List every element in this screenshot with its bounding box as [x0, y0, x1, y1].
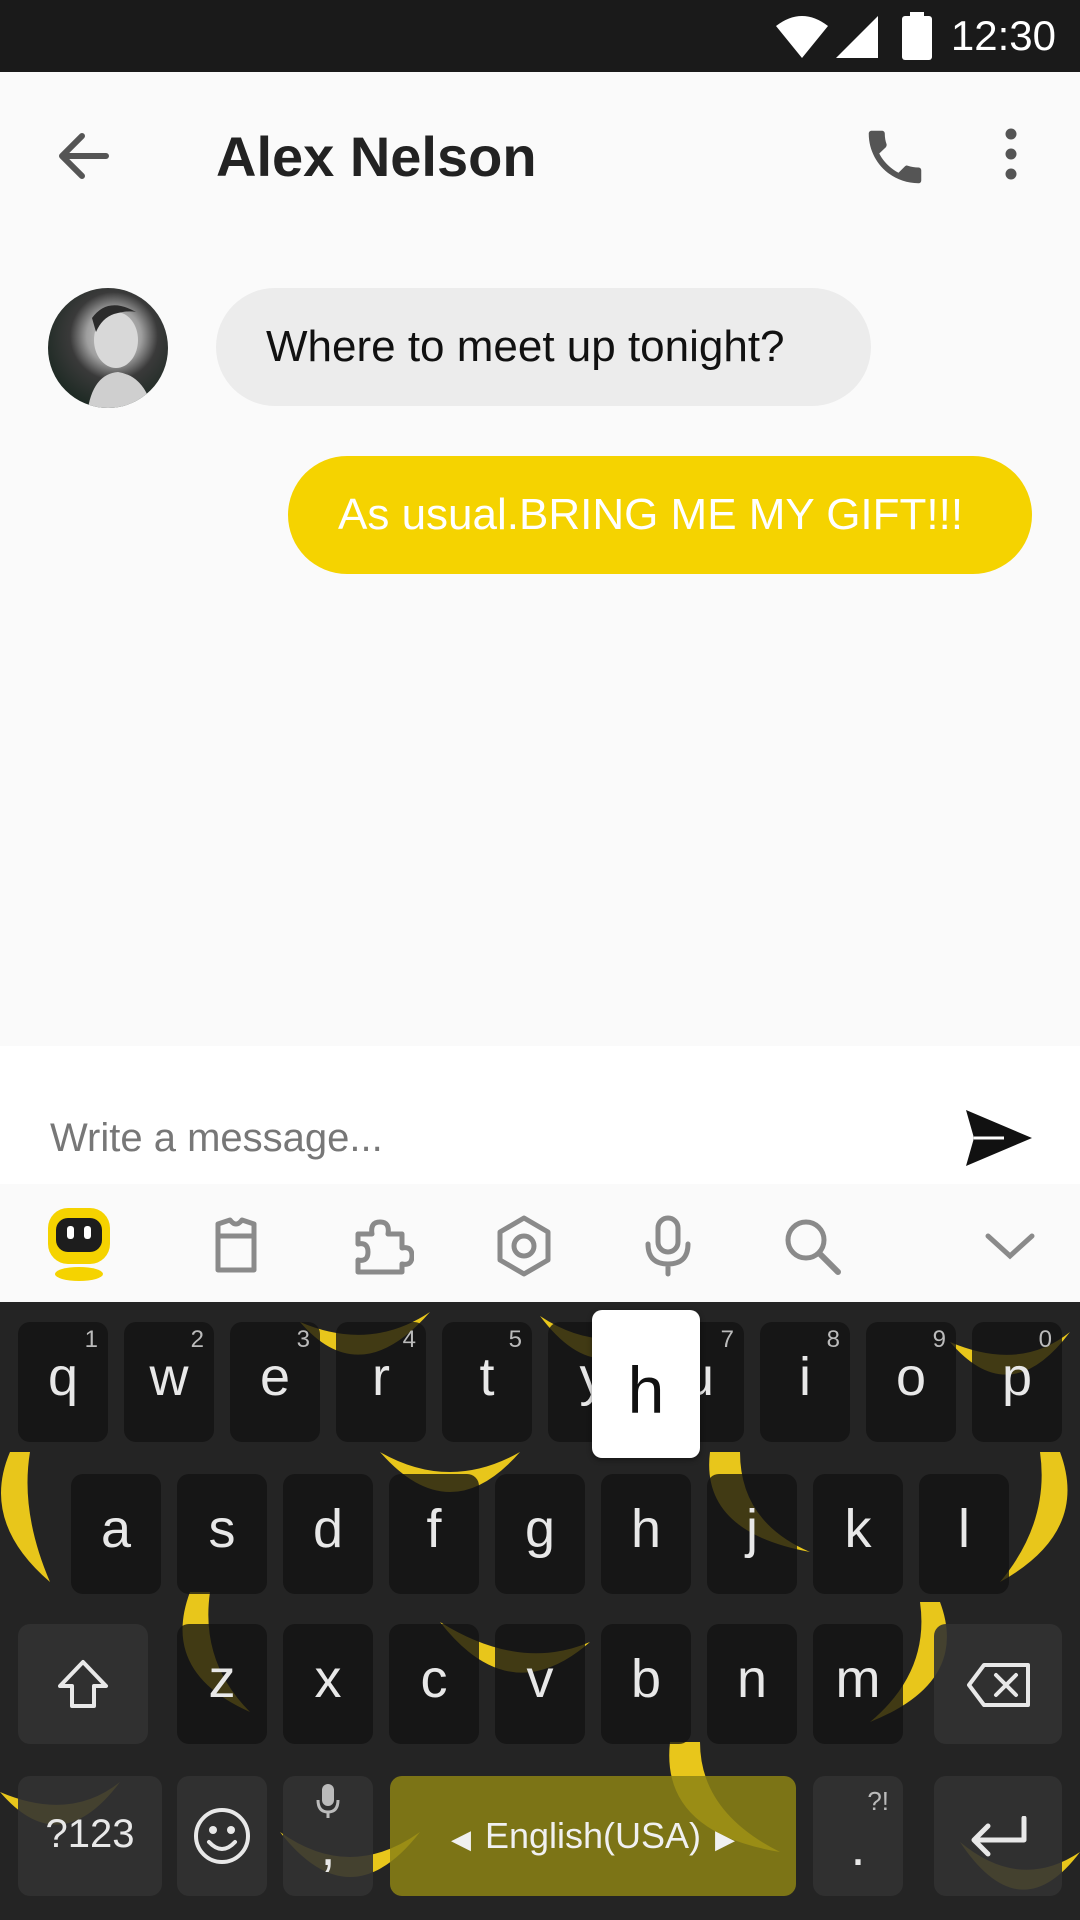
shift-icon	[58, 1660, 108, 1708]
key-i[interactable]: 8i	[760, 1322, 850, 1442]
key-v[interactable]: v	[495, 1624, 585, 1744]
language-label: English(USA)	[484, 1815, 702, 1856]
incoming-message[interactable]: Where to meet up tonight?	[216, 288, 871, 406]
person-silhouette-icon	[88, 305, 152, 408]
backspace-icon	[967, 1663, 1030, 1707]
keyboard-toolbar	[0, 1184, 1080, 1302]
backspace-key[interactable]	[934, 1624, 1062, 1744]
key-t[interactable]: 5t	[442, 1322, 532, 1442]
key-e[interactable]: 3e	[230, 1322, 320, 1442]
chevron-down-icon[interactable]	[978, 1214, 1042, 1278]
key-c[interactable]: c	[389, 1624, 479, 1744]
language-left-arrow-icon: ◀	[450, 1824, 471, 1854]
back-arrow-icon[interactable]	[52, 126, 112, 186]
key-q[interactable]: 1q	[18, 1322, 108, 1442]
enter-icon	[971, 1816, 1027, 1857]
key-k[interactable]: k	[813, 1474, 903, 1594]
comma-key[interactable]: ,	[283, 1776, 373, 1896]
key-f[interactable]: f	[389, 1474, 479, 1594]
key-o[interactable]: 9o	[866, 1322, 956, 1442]
key-j[interactable]: j	[707, 1474, 797, 1594]
mic-hint-icon	[316, 1784, 340, 1818]
key-a[interactable]: a	[71, 1474, 161, 1594]
key-r[interactable]: 4r	[336, 1322, 426, 1442]
battery-icon	[902, 12, 932, 60]
key-p[interactable]: 0p	[972, 1322, 1062, 1442]
spacebar[interactable]: ◀ English(USA) ▶	[390, 1776, 796, 1896]
app-bar: Alex Nelson	[0, 72, 1080, 242]
key-b[interactable]: b	[601, 1624, 691, 1744]
key-x[interactable]: x	[283, 1624, 373, 1744]
conversation-title: Alex Nelson	[216, 125, 537, 188]
numbers-key[interactable]: ?123	[18, 1776, 162, 1896]
key-h[interactable]: h	[601, 1474, 691, 1594]
status-bar: 12:30	[0, 0, 1080, 72]
banana-decoration-icon	[1, 1452, 50, 1582]
enter-key[interactable]	[934, 1776, 1062, 1896]
contact-avatar[interactable]	[48, 288, 168, 408]
message-input[interactable]	[48, 1092, 912, 1184]
key-n[interactable]: n	[707, 1624, 797, 1744]
shirt-theme-icon[interactable]	[204, 1214, 268, 1278]
key-z[interactable]: z	[177, 1624, 267, 1744]
key-m[interactable]: m	[813, 1624, 903, 1744]
robot-mascot-icon[interactable]	[46, 1206, 112, 1282]
key-g[interactable]: g	[495, 1474, 585, 1594]
language-right-arrow-icon: ▶	[715, 1824, 736, 1854]
period-key[interactable]: ?! .	[813, 1776, 903, 1896]
cell-signal-icon	[836, 16, 878, 58]
shift-key[interactable]	[18, 1624, 148, 1744]
emoji-key[interactable]	[177, 1776, 267, 1896]
wifi-icon	[776, 16, 828, 58]
puzzle-icon[interactable]	[350, 1214, 414, 1278]
search-icon[interactable]	[780, 1214, 844, 1278]
microphone-icon[interactable]	[636, 1214, 700, 1278]
status-time: 12:30	[950, 12, 1056, 59]
key-l[interactable]: l	[919, 1474, 1009, 1594]
send-icon[interactable]	[964, 1108, 1034, 1168]
phone-icon[interactable]	[860, 122, 930, 192]
settings-hexagon-icon[interactable]	[492, 1214, 556, 1278]
key-d[interactable]: d	[283, 1474, 373, 1594]
outgoing-message[interactable]: As usual.BRING ME MY GIFT!!!	[288, 456, 1032, 574]
key-s[interactable]: s	[177, 1474, 267, 1594]
emoji-icon	[194, 1808, 250, 1864]
key-w[interactable]: 2w	[124, 1322, 214, 1442]
key-preview-popup: h	[592, 1310, 700, 1458]
more-vert-icon[interactable]	[990, 124, 1032, 184]
